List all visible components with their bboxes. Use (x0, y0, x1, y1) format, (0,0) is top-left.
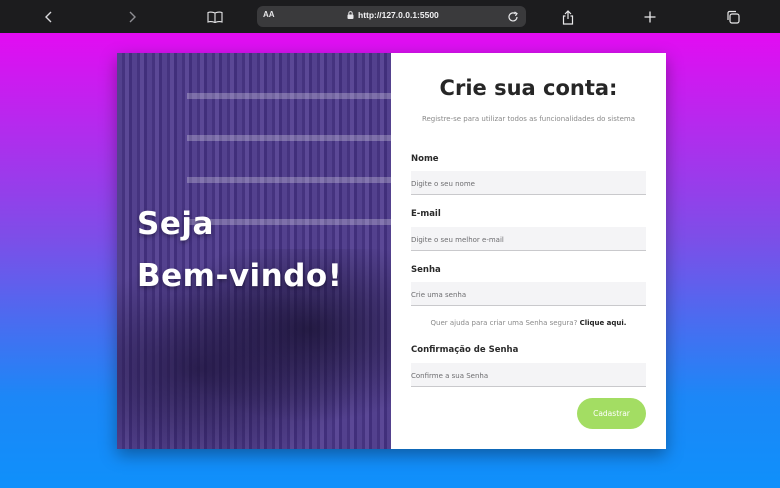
text-size-button[interactable]: AA (263, 10, 275, 19)
address-bar[interactable]: AA http://127.0.0.1:5500 (257, 6, 526, 27)
browser-toolbar: AA http://127.0.0.1:5500 (0, 0, 780, 33)
bookshelf-decoration (187, 93, 391, 99)
url-text: http://127.0.0.1:5500 (358, 10, 439, 20)
new-tab-icon[interactable] (639, 6, 661, 28)
password-help-text: Quer ajuda para criar uma Senha segura? (430, 319, 578, 327)
confirm-password-field[interactable] (411, 363, 646, 388)
lock-icon (347, 11, 354, 19)
confirm-password-input[interactable] (411, 364, 646, 388)
back-icon[interactable] (38, 6, 60, 28)
password-field[interactable] (411, 282, 646, 307)
page-background: Seja Bem-vindo! Crie sua conta: Registre… (0, 33, 780, 488)
bookshelf-decoration (187, 135, 391, 141)
welcome-line-2: Bem-vindo! (137, 258, 343, 294)
form-subtitle: Registre-se para utilizar todos as funci… (421, 115, 636, 123)
password-label: Senha (411, 265, 441, 275)
reload-icon[interactable] (506, 9, 520, 23)
share-icon[interactable] (557, 6, 579, 28)
password-input[interactable] (411, 283, 646, 307)
name-label: Nome (411, 154, 439, 164)
welcome-line-1: Seja (137, 206, 214, 242)
password-help: Quer ajuda para criar uma Senha segura? … (391, 319, 666, 327)
name-field[interactable] (411, 171, 646, 196)
bookmarks-icon[interactable] (204, 6, 226, 28)
form-title: Crie sua conta: (439, 76, 618, 100)
welcome-panel: Seja Bem-vindo! (117, 53, 391, 449)
email-input[interactable] (411, 228, 646, 252)
forward-icon[interactable] (121, 6, 143, 28)
confirm-password-label: Confirmação de Senha (411, 345, 519, 355)
signup-card: Seja Bem-vindo! Crie sua conta: Registre… (117, 53, 666, 449)
email-label: E-mail (411, 209, 441, 219)
welcome-heading: Seja Bem-vindo! (137, 198, 342, 302)
register-button[interactable]: Cadastrar (577, 398, 646, 429)
password-help-link[interactable]: Clique aqui. (580, 319, 627, 327)
url-display[interactable]: http://127.0.0.1:5500 (347, 10, 439, 20)
name-input[interactable] (411, 172, 646, 196)
signup-form: Crie sua conta: Registre-se para utiliza… (391, 53, 666, 449)
bookshelf-decoration (187, 177, 391, 183)
tabs-overview-icon[interactable] (722, 6, 744, 28)
email-field[interactable] (411, 227, 646, 252)
